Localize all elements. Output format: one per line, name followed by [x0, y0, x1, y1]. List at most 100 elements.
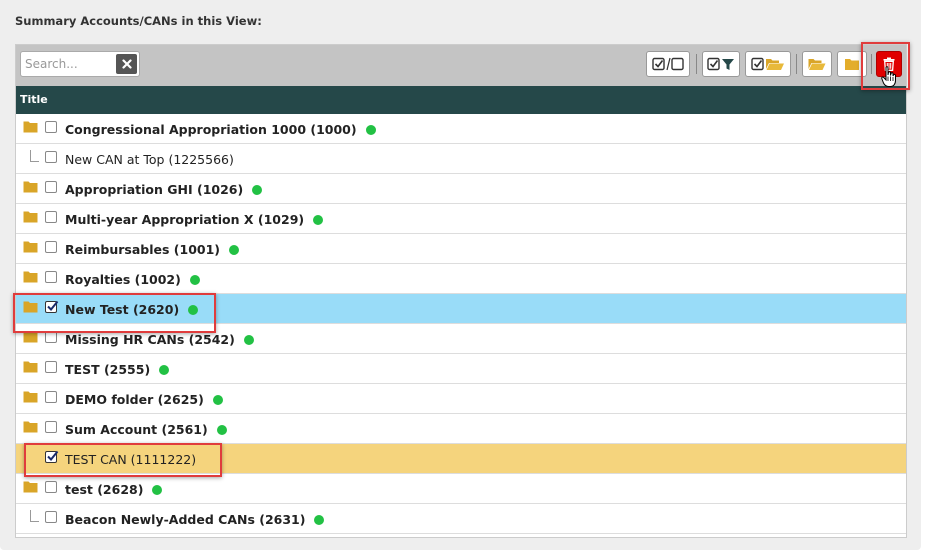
- row-checkbox[interactable]: [45, 511, 57, 523]
- folder-icon: [23, 181, 38, 193]
- row-label[interactable]: Beacon Newly-Added CANs (2631): [65, 512, 325, 527]
- folder-icon: [23, 421, 38, 433]
- table-row[interactable]: Missing HR CANs (2542): [16, 324, 906, 354]
- check-open-folder-icon: [751, 57, 784, 71]
- tree-connector: [30, 161, 39, 162]
- row-checkbox[interactable]: [45, 121, 57, 133]
- toolbar-separator: [871, 54, 872, 74]
- check-square-toggle-icon: [652, 57, 684, 71]
- table-row[interactable]: New CAN at Top (1225566): [16, 144, 906, 174]
- status-dot-icon: [189, 274, 200, 285]
- table-row[interactable]: Multi-year Appropriation X (1029): [16, 204, 906, 234]
- table-row[interactable]: test (2628): [16, 474, 906, 504]
- table-row[interactable]: Beacon Newly-Added CANs (2631): [16, 504, 906, 534]
- column-header-title[interactable]: Title: [16, 86, 906, 114]
- status-dot-icon: [216, 424, 227, 435]
- row-label[interactable]: Sum Account (2561): [65, 422, 227, 437]
- row-checkbox[interactable]: [45, 181, 57, 193]
- row-title: DEMO folder (2625): [65, 392, 204, 407]
- row-checkbox[interactable]: [45, 211, 57, 223]
- row-title: Beacon Newly-Added CANs (2631): [65, 512, 306, 527]
- folder-icon: [23, 391, 38, 403]
- row-checkbox[interactable]: [45, 151, 57, 163]
- row-title: Multi-year Appropriation X (1029): [65, 212, 305, 227]
- row-label[interactable]: TEST CAN (1111222): [65, 452, 196, 467]
- toggle-select-button[interactable]: [646, 51, 690, 77]
- table-row[interactable]: TEST CAN (1111222): [16, 444, 906, 474]
- folder-icon: [23, 481, 38, 493]
- filter-checked-button[interactable]: [702, 51, 740, 77]
- status-dot-icon: [188, 304, 199, 315]
- folder-icon: [23, 361, 38, 373]
- row-title: Sum Account (2561): [65, 422, 208, 437]
- check-icon: [47, 450, 59, 461]
- folder-icon: [23, 271, 38, 283]
- table-row[interactable]: TEST (2555): [16, 354, 906, 384]
- row-label[interactable]: DEMO folder (2625): [65, 392, 223, 407]
- row-label[interactable]: Multi-year Appropriation X (1029): [65, 212, 324, 227]
- row-checkbox[interactable]: [45, 481, 57, 493]
- clear-search-button[interactable]: [116, 54, 137, 74]
- row-checkbox[interactable]: [45, 331, 57, 343]
- row-label[interactable]: Congressional Appropriation 1000 (1000): [65, 122, 376, 137]
- status-dot-icon: [159, 364, 170, 375]
- expand-all-button[interactable]: [802, 51, 832, 77]
- row-title: Appropriation GHI (1026): [65, 182, 244, 197]
- check-icon: [47, 300, 59, 311]
- row-title: Royalties (1002): [65, 272, 181, 287]
- status-dot-icon: [252, 184, 263, 195]
- row-title: test (2628): [65, 482, 144, 497]
- row-label[interactable]: Appropriation GHI (1026): [65, 182, 263, 197]
- status-dot-icon: [313, 214, 324, 225]
- row-label[interactable]: Reimbursables (1001): [65, 242, 240, 257]
- toolbar-separator: [696, 54, 697, 74]
- row-title: Missing HR CANs (2542): [65, 332, 235, 347]
- table-row[interactable]: Appropriation GHI (1026): [16, 174, 906, 204]
- row-label[interactable]: TEST (2555): [65, 362, 170, 377]
- check-filter-icon: [707, 57, 734, 71]
- table-row[interactable]: Royalties (1002): [16, 264, 906, 294]
- row-checkbox[interactable]: [45, 241, 57, 253]
- check-open-folder-button[interactable]: [745, 51, 791, 77]
- row-title: New Test (2620): [65, 302, 180, 317]
- collapse-all-button[interactable]: [837, 51, 867, 77]
- toolbar-separator: [796, 54, 797, 74]
- open-folder-icon: [808, 59, 826, 70]
- row-checkbox[interactable]: [45, 361, 57, 373]
- folder-icon: [23, 301, 38, 313]
- folder-icon: [845, 59, 859, 70]
- row-title: New CAN at Top (1225566): [65, 152, 234, 167]
- row-label[interactable]: test (2628): [65, 482, 163, 497]
- row-label[interactable]: Royalties (1002): [65, 272, 200, 287]
- row-title: Reimbursables (1001): [65, 242, 221, 257]
- row-checkbox[interactable]: [45, 391, 57, 403]
- table-row[interactable]: DEMO folder (2625): [16, 384, 906, 414]
- table-row[interactable]: Sum Account (2561): [16, 414, 906, 444]
- hand-cursor-icon: [881, 66, 896, 87]
- summary-panel: Summary Accounts/CANs in this View: Sear…: [0, 0, 921, 550]
- table-row[interactable]: Congressional Appropriation 1000 (1000): [16, 114, 906, 144]
- tree-rows: Congressional Appropriation 1000 (1000) N…: [16, 114, 906, 534]
- row-label[interactable]: Missing HR CANs (2542): [65, 332, 254, 347]
- search-input[interactable]: [25, 54, 113, 74]
- status-dot-icon: [152, 484, 163, 495]
- table-row[interactable]: Reimbursables (1001): [16, 234, 906, 264]
- row-label[interactable]: New Test (2620): [65, 302, 199, 317]
- grid-toolbar: [16, 45, 906, 86]
- folder-icon: [23, 331, 38, 343]
- row-checkbox[interactable]: [45, 271, 57, 283]
- row-title: TEST CAN (1111222): [65, 452, 197, 467]
- row-checkbox[interactable]: [45, 300, 59, 313]
- row-label[interactable]: New CAN at Top (1225566): [65, 152, 234, 167]
- status-dot-icon: [229, 244, 240, 255]
- status-dot-icon: [365, 124, 376, 135]
- close-icon: [121, 59, 132, 69]
- row-title: Congressional Appropriation 1000 (1000): [65, 122, 357, 137]
- table-row[interactable]: New Test (2620): [16, 294, 906, 324]
- folder-icon: [23, 121, 38, 133]
- row-checkbox[interactable]: [45, 450, 59, 463]
- search-box: [20, 51, 140, 77]
- section-title: Summary Accounts/CANs in this View:: [15, 14, 262, 28]
- row-checkbox[interactable]: [45, 421, 57, 433]
- accounts-grid: Title Congressional Appropriation 1000 (…: [15, 44, 907, 538]
